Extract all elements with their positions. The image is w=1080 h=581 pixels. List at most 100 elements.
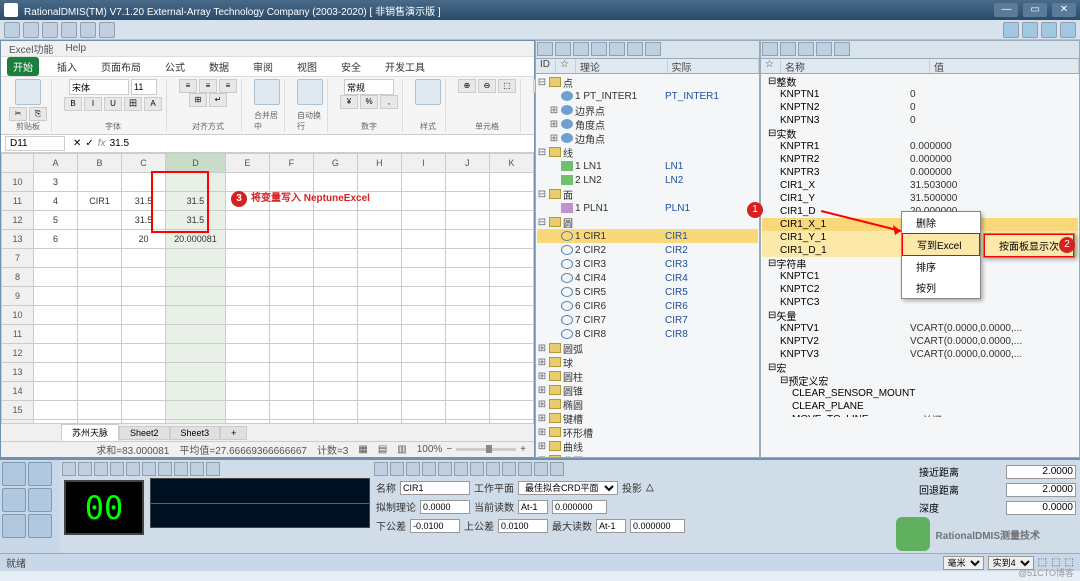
bt-icon[interactable] <box>454 462 468 476</box>
comma-icon[interactable]: , <box>380 95 398 109</box>
name-input[interactable] <box>400 481 470 495</box>
panel-btn[interactable] <box>537 42 553 56</box>
bt-icon[interactable] <box>374 462 388 476</box>
bt-icon[interactable] <box>518 462 532 476</box>
maxr-val[interactable] <box>630 519 685 533</box>
font-select[interactable] <box>69 79 129 95</box>
bt-icon[interactable] <box>390 462 404 476</box>
wrap-button[interactable]: ↵ <box>209 93 227 107</box>
units-select[interactable]: 毫米 <box>943 556 984 570</box>
menu-excel[interactable]: Excel功能 <box>9 41 53 56</box>
bt-icon[interactable] <box>438 462 452 476</box>
tool-icon[interactable] <box>28 514 52 538</box>
retract-input[interactable] <box>1006 483 1076 497</box>
depth-input[interactable] <box>1006 501 1076 515</box>
tree-row[interactable]: 6 CIR6CIR6 <box>537 299 758 313</box>
tree-row[interactable]: ⊟线 <box>537 145 758 159</box>
tree-row[interactable]: ⊟实数 <box>762 127 1078 140</box>
bt-icon[interactable] <box>534 462 548 476</box>
maximize-button[interactable]: ▭ <box>1023 3 1047 17</box>
align-r-button[interactable]: ≡ <box>219 79 237 93</box>
toolbar-icon[interactable] <box>1022 22 1038 38</box>
sheet-tab-1[interactable]: 苏州天脉 <box>61 424 119 441</box>
panel-btn[interactable] <box>798 42 814 56</box>
ctx-write-excel[interactable]: 写到Excel <box>902 233 980 256</box>
toolbar-icon[interactable] <box>42 22 58 38</box>
tree-row[interactable]: 2 LN2LN2 <box>537 173 758 187</box>
toolbar-icon[interactable] <box>61 22 77 38</box>
view-break-icon[interactable]: ▥ <box>397 444 406 455</box>
tab-insert[interactable]: 插入 <box>51 57 83 76</box>
bt-icon[interactable] <box>62 462 76 476</box>
uptol-input[interactable] <box>498 519 548 533</box>
tab-layout[interactable]: 页面布局 <box>95 57 147 76</box>
tree-row[interactable]: 4 CIR4CIR4 <box>537 271 758 285</box>
bt-icon[interactable] <box>142 462 156 476</box>
tree-row[interactable]: CIR1_Y31.500000 <box>762 192 1078 205</box>
tree-row[interactable]: 2 CIR2CIR2 <box>537 243 758 257</box>
tree-row[interactable]: 1 PLN1PLN1 <box>537 201 758 215</box>
toolbar-icon[interactable] <box>1060 22 1076 38</box>
tree-row[interactable]: ⊞球 <box>537 355 758 369</box>
view-layout-icon[interactable]: ▤ <box>378 444 387 455</box>
tree-row[interactable]: KNPTN20 <box>762 101 1078 114</box>
panel-btn[interactable] <box>780 42 796 56</box>
tree-row[interactable]: 1 PT_INTER1PT_INTER1 <box>537 89 758 103</box>
tree-row[interactable]: ⊞圆弧 <box>537 341 758 355</box>
panel-btn[interactable] <box>762 42 778 56</box>
tool-icon[interactable] <box>2 462 26 486</box>
insert-cell-icon[interactable]: ⊕ <box>458 79 476 93</box>
format-cell-icon[interactable]: ⬚ <box>498 79 516 93</box>
bold-button[interactable]: B <box>64 97 82 111</box>
bt-icon[interactable] <box>158 462 172 476</box>
bt-icon[interactable] <box>502 462 516 476</box>
panel-btn[interactable] <box>591 42 607 56</box>
paste-icon[interactable] <box>15 79 41 105</box>
panel-btn[interactable] <box>573 42 589 56</box>
tree-row[interactable]: 7 CIR7CIR7 <box>537 313 758 327</box>
minimize-button[interactable]: — <box>994 3 1018 17</box>
merge-center-icon[interactable] <box>254 79 280 105</box>
tab-formula[interactable]: 公式 <box>159 57 191 76</box>
accept-fx-icon[interactable]: ✓ <box>85 138 93 149</box>
toolbar-icon[interactable] <box>80 22 96 38</box>
tool-icon[interactable] <box>2 514 26 538</box>
tool-icon[interactable] <box>2 488 26 512</box>
toolbar-icon[interactable] <box>1003 22 1019 38</box>
border-button[interactable]: 田 <box>124 97 142 111</box>
merge-button[interactable]: ⊞ <box>189 93 207 107</box>
tree-row[interactable]: 8 CIR8CIR8 <box>537 327 758 341</box>
tree-row[interactable]: ⊟矢量 <box>762 309 1078 322</box>
number-format[interactable] <box>344 79 394 95</box>
fx-icon[interactable]: fx <box>98 138 106 149</box>
tree-row[interactable]: CLEAR_SENSOR_MOUNT <box>762 387 1078 400</box>
tree-row[interactable]: KNPTR20.000000 <box>762 153 1078 166</box>
tree-row[interactable]: ⊞曲线 <box>537 439 758 453</box>
bt-icon[interactable] <box>486 462 500 476</box>
bt-icon[interactable] <box>550 462 564 476</box>
tree-row[interactable]: KNPTV2VCART(0.0000,0.0000,... <box>762 335 1078 348</box>
feature-tree[interactable]: ⊟点1 PT_INTER1PT_INTER1⊞边界点⊞角度点⊞边角点⊟线1 LN… <box>536 74 759 457</box>
spreadsheet-grid[interactable]: ABCDEFGHIJK103114CIR131.531.512531.531.5… <box>1 153 534 423</box>
panel-btn[interactable] <box>834 42 850 56</box>
italic-button[interactable]: I <box>84 97 102 111</box>
tree-row[interactable]: KNPTR10.000000 <box>762 140 1078 153</box>
panel-btn[interactable] <box>609 42 625 56</box>
curr-val[interactable] <box>552 500 607 514</box>
tab-dev[interactable]: 开发工具 <box>379 57 431 76</box>
sheet-add[interactable]: + <box>220 426 247 440</box>
tab-safe[interactable]: 安全 <box>335 57 367 76</box>
ctx-by-column[interactable]: 按列 <box>902 277 980 298</box>
tree-row[interactable]: ⊞环形槽 <box>537 425 758 439</box>
tool-icon[interactable] <box>28 488 52 512</box>
ctx-delete[interactable]: 删除 <box>902 212 980 233</box>
proj-icon[interactable]: △ <box>646 482 654 493</box>
zoom-out-icon[interactable]: − <box>446 444 452 455</box>
tree-row[interactable]: 3 CIR3CIR3 <box>537 257 758 271</box>
tree-row[interactable]: ⊟整数 <box>762 75 1078 88</box>
tree-row[interactable]: ⊞边界点 <box>537 103 758 117</box>
tool-icon[interactable] <box>28 462 52 486</box>
fill-button[interactable]: A <box>144 97 162 111</box>
panel-btn[interactable] <box>555 42 571 56</box>
bt-icon[interactable] <box>406 462 420 476</box>
